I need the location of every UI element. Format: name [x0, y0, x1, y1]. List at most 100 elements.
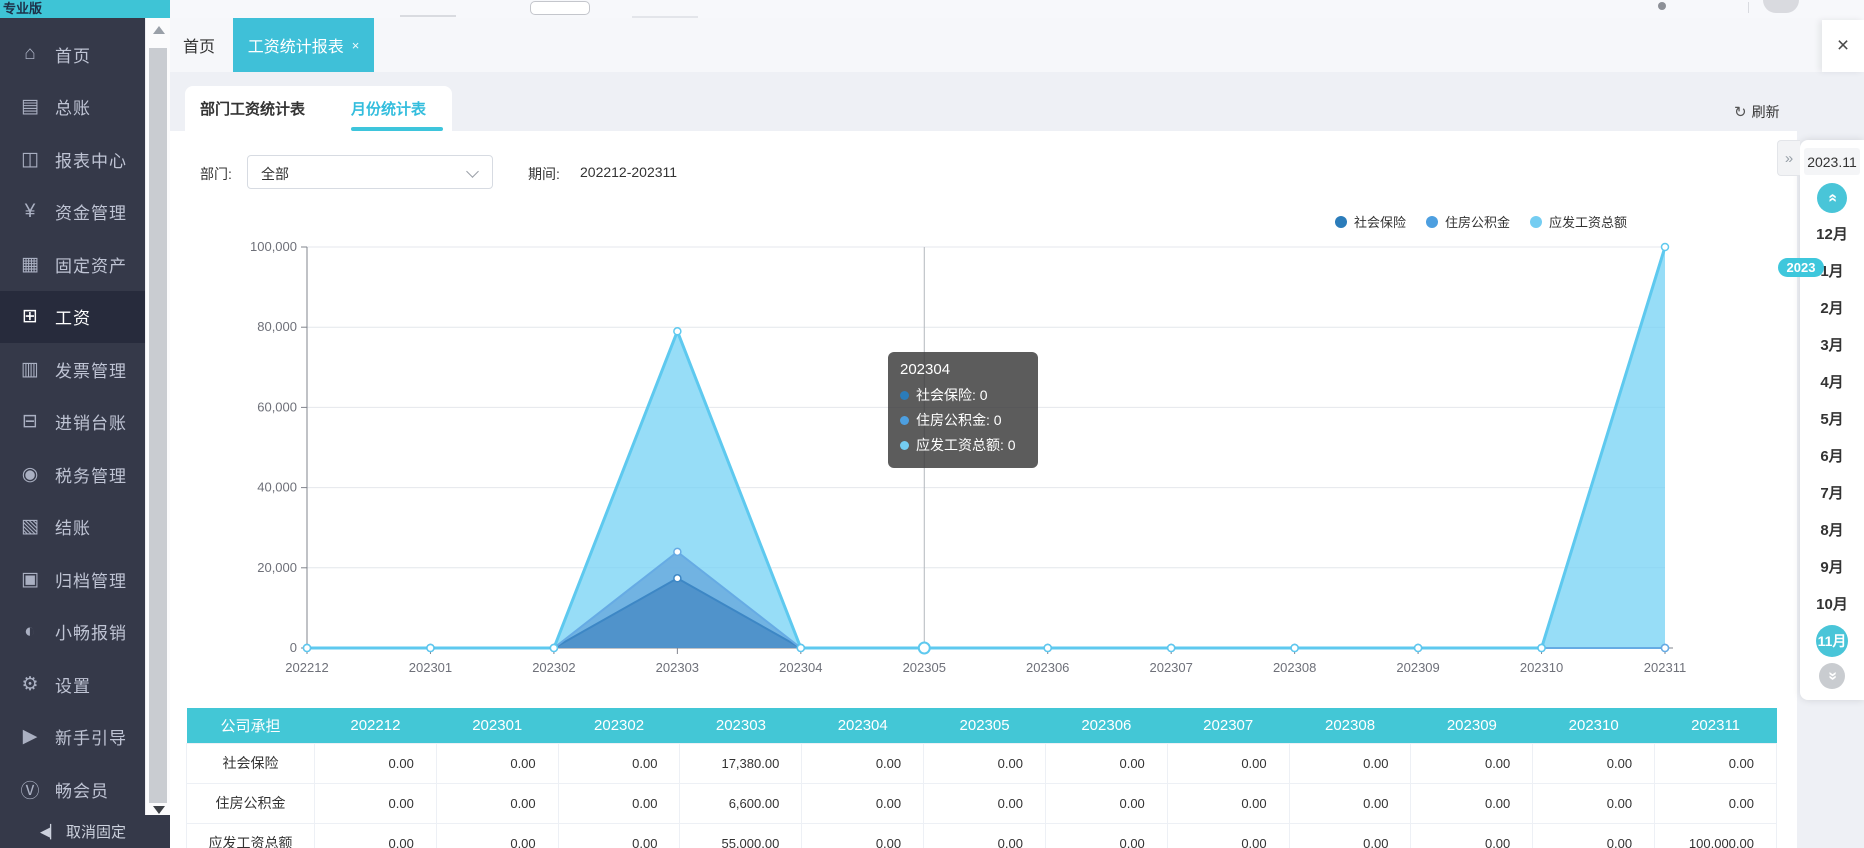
- sidebar-item-label: 首页: [55, 42, 91, 67]
- data-point-marker[interactable]: [797, 645, 804, 652]
- data-point-marker[interactable]: [550, 645, 557, 652]
- table-header-month: 202309: [1411, 708, 1533, 743]
- month-item[interactable]: 3月: [1800, 326, 1864, 363]
- data-point-marker[interactable]: [1538, 645, 1545, 652]
- unpin-sidebar-button[interactable]: ◀▏ 取消固定: [0, 815, 170, 848]
- sidebar-item[interactable]: Ⓥ 畅会员: [0, 763, 145, 816]
- sidebar-item[interactable]: ▤总账: [0, 81, 145, 134]
- data-point-marker[interactable]: [427, 645, 434, 652]
- data-point-marker[interactable]: [1415, 645, 1422, 652]
- sidebar-item-label: 畅会员: [55, 777, 109, 802]
- sidebar-item-label: 总账: [55, 94, 91, 119]
- table-header-month: 202310: [1533, 708, 1655, 743]
- reimburse-icon: ◐: [17, 621, 43, 643]
- avatar[interactable]: [1763, 0, 1799, 13]
- subtab-monthly[interactable]: 月份统计表: [351, 98, 426, 119]
- funds-icon: ¥: [17, 201, 43, 223]
- table-cell: 0.00: [436, 743, 558, 783]
- notification-icon[interactable]: [1658, 2, 1666, 10]
- month-rail-collapse-handle[interactable]: »: [1777, 140, 1800, 176]
- tab-salary-report[interactable]: 工资统计报表 ×: [233, 18, 374, 72]
- month-item[interactable]: 2月: [1800, 289, 1864, 326]
- table-cell: 100,000.00: [1655, 823, 1777, 848]
- month-item[interactable]: 4月: [1800, 363, 1864, 400]
- data-point-marker[interactable]: [1662, 645, 1669, 652]
- scroll-up-arrow-icon[interactable]: [153, 26, 165, 34]
- table-cell: 0.00: [1167, 743, 1289, 783]
- table-header-month: 202307: [1167, 708, 1289, 743]
- unpin-label: 取消固定: [66, 821, 126, 842]
- sidebar-scrollbar[interactable]: [145, 18, 170, 815]
- data-point-marker[interactable]: [674, 548, 681, 555]
- sidebar-item-label: 资金管理: [55, 199, 127, 224]
- x-tick-label: 202307: [1149, 660, 1192, 675]
- sidebar-item[interactable]: ◉税务管理: [0, 448, 145, 501]
- month-item[interactable]: 11月: [1800, 622, 1864, 659]
- table-cell: 0.00: [1167, 783, 1289, 823]
- brand-badge: 专业版: [0, 0, 170, 18]
- closing-icon: ▧: [17, 515, 43, 538]
- sidebar-item[interactable]: ▦固定资产: [0, 238, 145, 291]
- sidebar: ⌂首页▤总账◫报表中心¥资金管理▦固定资产⊞工资▥发票管理⊟进销台账◉税务管理▧…: [0, 18, 145, 815]
- scroll-down-arrow-icon[interactable]: [153, 806, 165, 814]
- data-point-marker[interactable]: [674, 575, 681, 582]
- month-item[interactable]: 6月: [1800, 437, 1864, 474]
- month-item-label: 12月: [1816, 223, 1848, 244]
- close-panel-button[interactable]: ×: [1822, 20, 1864, 72]
- table-cell: 55,000.00: [680, 823, 802, 848]
- sidebar-item[interactable]: ▣归档管理: [0, 553, 145, 606]
- area-series: [307, 552, 1665, 648]
- rail-scroll-up-button[interactable]: «: [1817, 183, 1847, 213]
- data-point-marker[interactable]: [1044, 645, 1051, 652]
- sidebar-item[interactable]: ⚙设置: [0, 658, 145, 711]
- month-item[interactable]: 5月: [1800, 400, 1864, 437]
- axis-pointer-marker: [919, 643, 930, 654]
- unpin-icon: ◀▏: [40, 824, 60, 840]
- sidebar-item[interactable]: ▧结账: [0, 501, 145, 554]
- data-point-marker[interactable]: [1168, 645, 1175, 652]
- subtab-dept-salary[interactable]: 部门工资统计表: [200, 98, 305, 119]
- sidebar-item[interactable]: ⊞工资: [0, 291, 145, 344]
- settings-icon: ⚙: [17, 673, 43, 696]
- table-row: 社会保险0.000.000.0017,380.000.000.000.000.0…: [187, 743, 1777, 783]
- guide-icon: ▶: [17, 725, 43, 748]
- sidebar-item-label: 工资: [55, 304, 91, 329]
- data-point-marker[interactable]: [674, 328, 681, 335]
- tab-home[interactable]: 首页: [170, 18, 233, 72]
- sidebar-item[interactable]: ◐ 小畅报销: [0, 606, 145, 659]
- table-cell: 0.00: [315, 823, 437, 848]
- month-item[interactable]: 9月: [1800, 548, 1864, 585]
- month-item-label: 8月: [1820, 519, 1843, 540]
- month-item[interactable]: 8月: [1800, 511, 1864, 548]
- scrollbar-thumb[interactable]: [149, 48, 167, 803]
- data-point-marker[interactable]: [1662, 244, 1669, 251]
- top-partial-button[interactable]: [530, 1, 590, 15]
- x-tick-label: 202303: [656, 660, 699, 675]
- member-icon: Ⓥ: [17, 776, 43, 803]
- sidebar-item[interactable]: ▥发票管理: [0, 343, 145, 396]
- tab-close-icon[interactable]: ×: [352, 38, 360, 53]
- current-period-selector[interactable]: 2023.11: [1804, 148, 1860, 175]
- tooltip-series-dot-icon: [900, 416, 909, 425]
- subtab-bar: 部门工资统计表 月份统计表: [185, 86, 452, 131]
- sidebar-item[interactable]: ▶新手引导: [0, 711, 145, 764]
- table-cell: 0.00: [1655, 743, 1777, 783]
- month-item[interactable]: 7月: [1800, 474, 1864, 511]
- chart-tooltip: 202304 社会保险: 0住房公积金: 0应发工资总额: 0: [888, 352, 1038, 468]
- data-point-marker[interactable]: [304, 645, 311, 652]
- sidebar-item[interactable]: ⊟进销台账: [0, 396, 145, 449]
- table-header-month: 202212: [315, 708, 437, 743]
- fixed-assets-icon: ▦: [17, 253, 43, 276]
- month-rail: 2023.11 « 12月1月2月3月4月5月6月7月8月9月10月11月 »: [1800, 140, 1864, 700]
- month-item[interactable]: 12月: [1800, 215, 1864, 252]
- refresh-button[interactable]: ↻ 刷新: [1734, 102, 1780, 122]
- sidebar-item-label: 小畅报销: [55, 619, 127, 644]
- month-item[interactable]: 10月: [1800, 585, 1864, 622]
- sidebar-item[interactable]: ◫报表中心: [0, 133, 145, 186]
- data-point-marker[interactable]: [1291, 645, 1298, 652]
- rail-scroll-down-button[interactable]: »: [1819, 663, 1845, 689]
- sidebar-item[interactable]: ⌂ 首页: [0, 28, 145, 81]
- home-icon: ⌂: [17, 43, 43, 65]
- table-cell: 0.00: [1411, 823, 1533, 848]
- sidebar-item[interactable]: ¥ 资金管理: [0, 186, 145, 239]
